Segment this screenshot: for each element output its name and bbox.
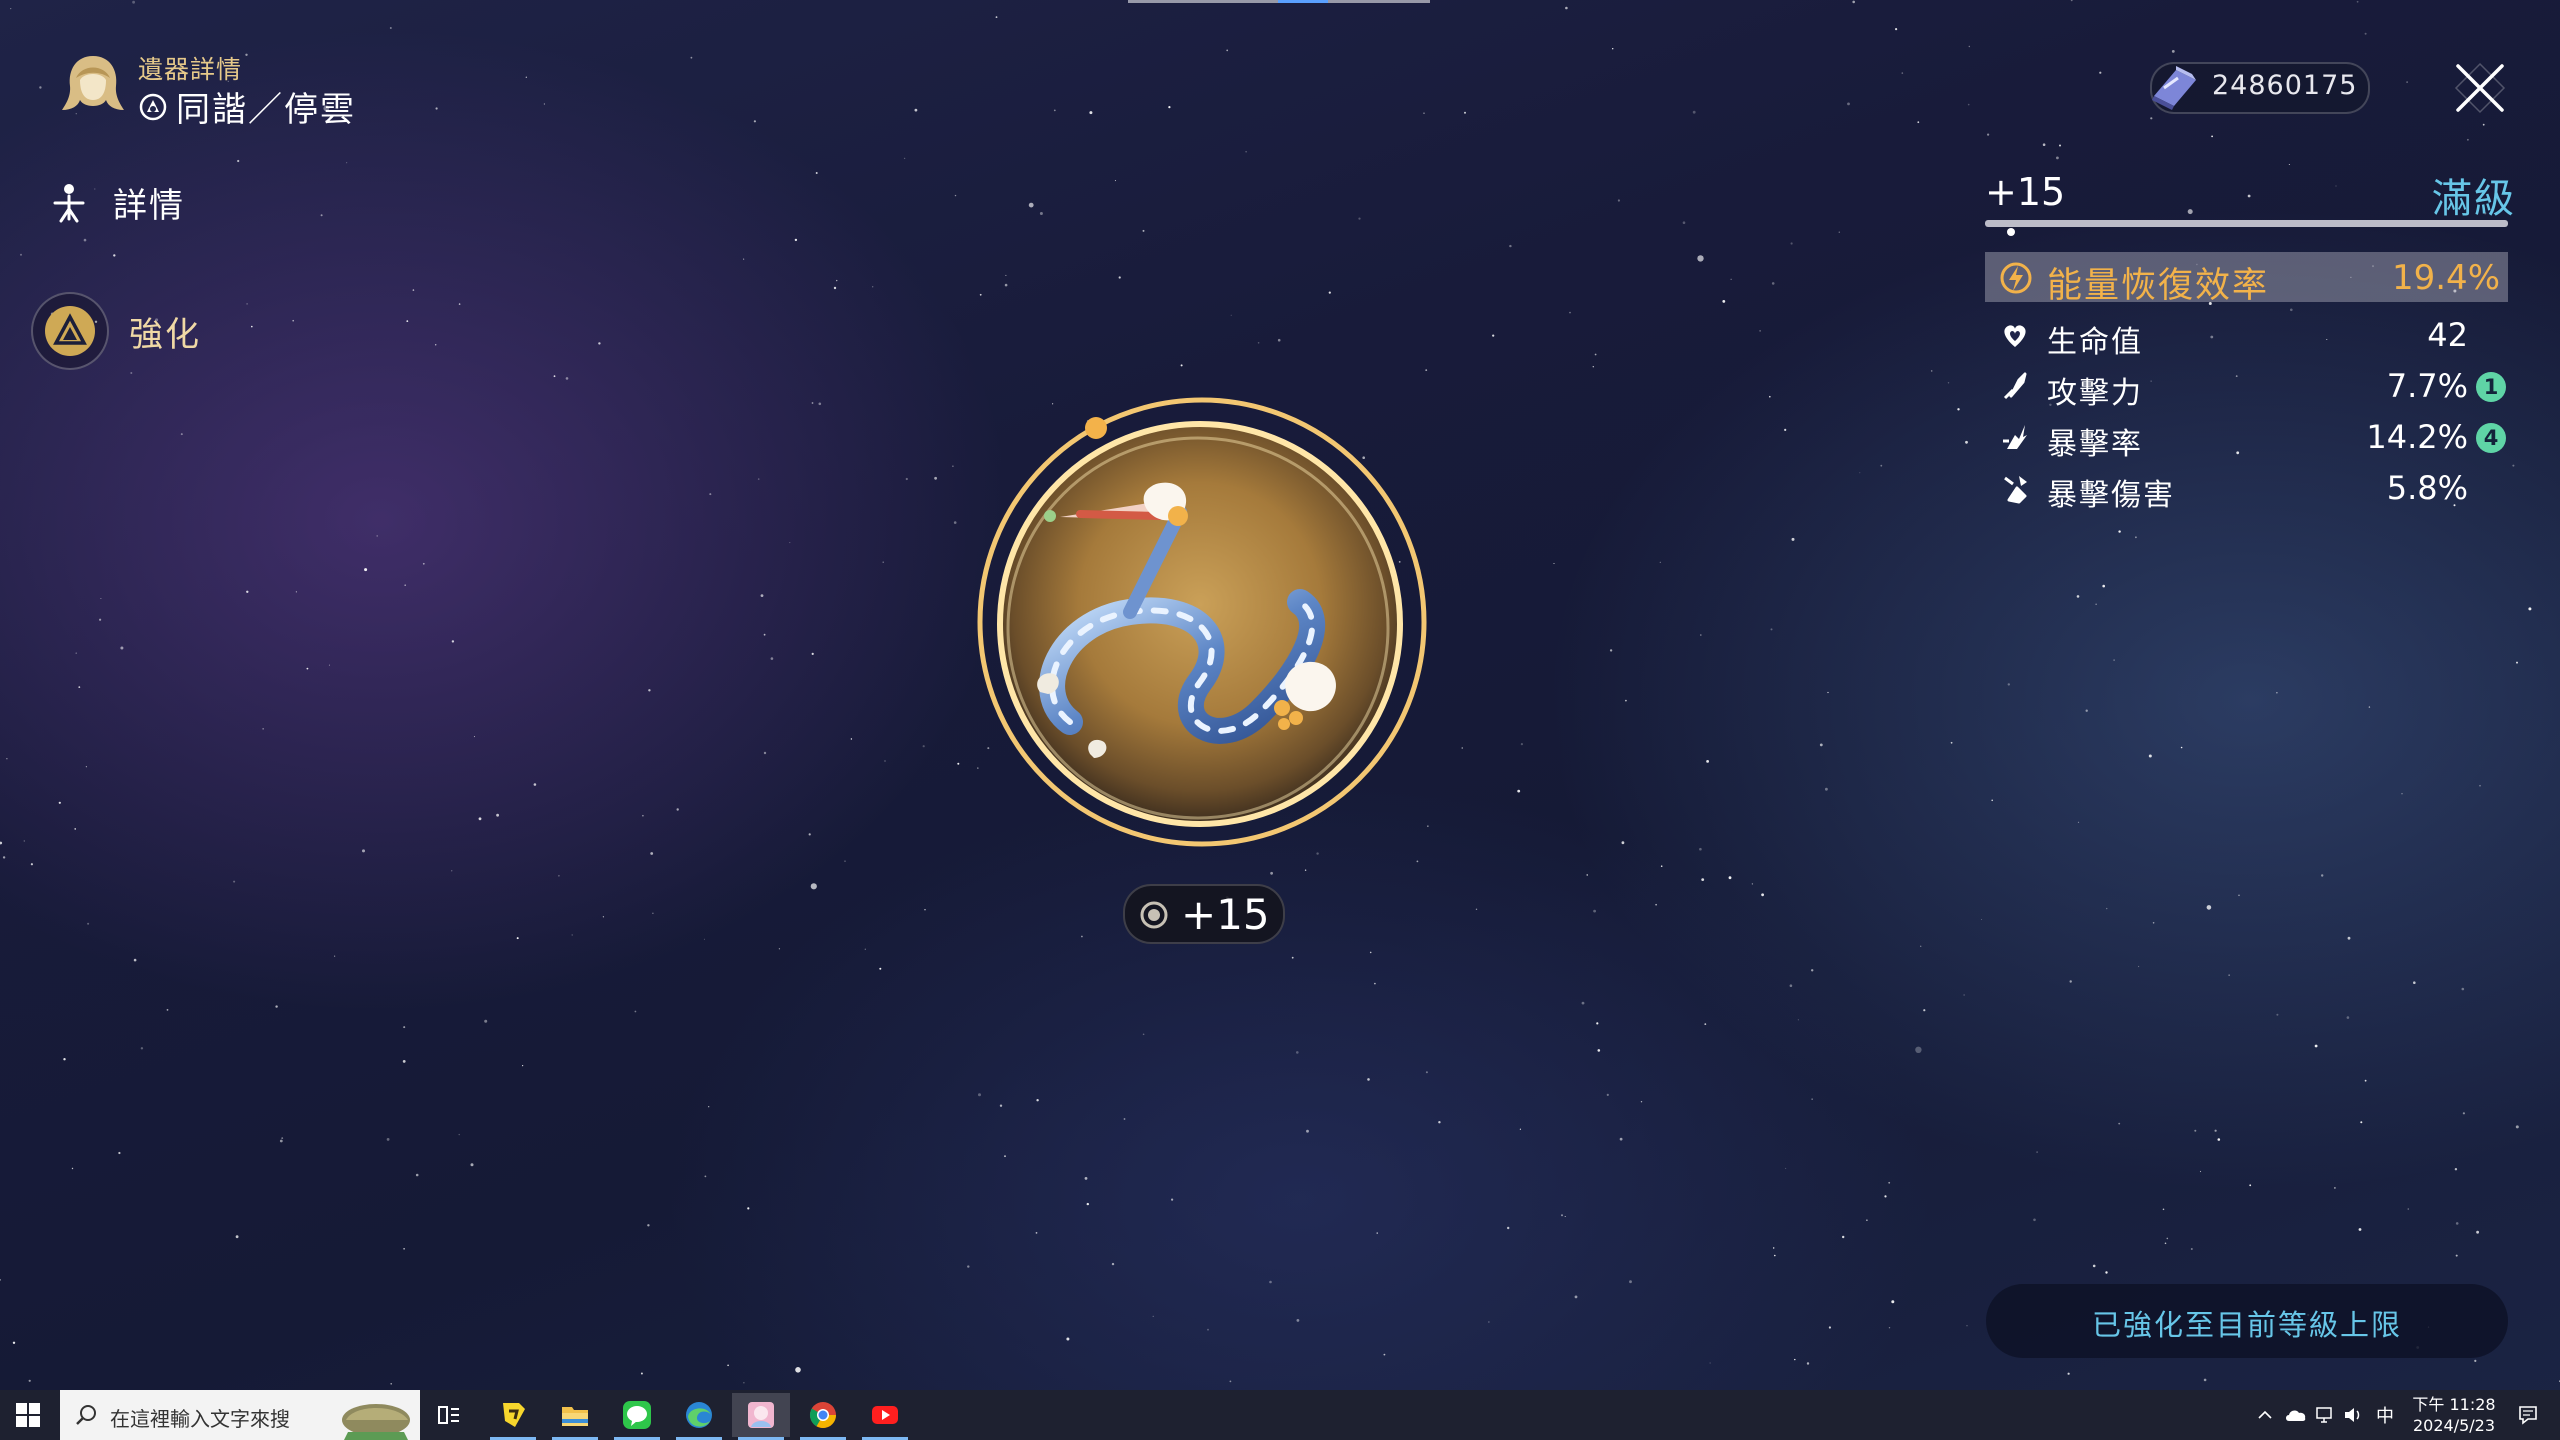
search-placeholder: 在這裡輸入文字來搜 <box>110 1407 290 1431</box>
sub-stat-value: 5.8% <box>2386 469 2468 507</box>
network-icon[interactable] <box>2312 1390 2338 1440</box>
nav-item-enhance[interactable]: 強化 <box>31 292 201 370</box>
taskbar-app-file-explorer[interactable] <box>546 1393 604 1440</box>
game-icon <box>748 1402 774 1428</box>
relic-level-badge: +15 <box>1123 884 1285 944</box>
max-level-label: 滿級 <box>2432 176 2516 222</box>
link-rope-relic-icon <box>977 397 1427 847</box>
character-avatar-icon <box>62 56 124 110</box>
relic-level: +15 <box>1985 170 2066 214</box>
taskbar-app-chrome[interactable] <box>794 1393 852 1440</box>
task-view-icon <box>438 1406 459 1424</box>
max-level-notice-text: 已強化至目前等級上限 <box>2091 1308 2402 1342</box>
search-highlight-art <box>342 1404 410 1440</box>
path-figure-icon <box>45 179 93 227</box>
chrome-icon <box>809 1402 837 1429</box>
sub-stat-row: 生命值 42 <box>1985 313 2508 360</box>
sub-stat-value: 14.2% <box>2366 418 2468 456</box>
clock-date: 2024/5/23 <box>2412 1416 2496 1435</box>
clock-time: 下午 11:28 <box>2412 1395 2496 1414</box>
taskbar-app-edge[interactable] <box>670 1393 728 1440</box>
sub-stat-name: 暴擊傷害 <box>2047 478 2175 513</box>
volume-icon[interactable] <box>2340 1390 2366 1440</box>
main-stat-value: 19.4% <box>2391 258 2500 298</box>
main-stat-name: 能量恢復效率 <box>2047 266 2270 306</box>
relic-level-badge-text: +15 <box>1181 890 1270 939</box>
taskbar-app-youtube[interactable] <box>856 1393 914 1440</box>
crit-dmg-icon <box>2004 476 2027 504</box>
hp-icon <box>2004 325 2026 347</box>
youtube-icon <box>872 1406 898 1424</box>
nav-item-details[interactable]: 詳情 <box>45 178 185 227</box>
sub-stat-row: 暴擊率 14.2% 4 <box>1985 415 2508 462</box>
sub-stat-name: 攻擊力 <box>2047 376 2143 411</box>
edge-icon <box>686 1402 712 1428</box>
onedrive-icon[interactable] <box>2282 1390 2310 1440</box>
ime-indicator[interactable]: 中 <box>2372 1390 2398 1440</box>
taskbar-app-game[interactable] <box>732 1393 790 1440</box>
taskbar-app-kakaotalk[interactable] <box>484 1393 542 1440</box>
nav-item-details-label: 詳情 <box>113 186 185 226</box>
sub-stat-name: 暴擊率 <box>2047 427 2143 462</box>
enhance-icon <box>31 292 109 370</box>
level-progress-bar <box>1985 220 2508 236</box>
sub-stat-row: 攻擊力 7.7% 1 <box>1985 364 2508 411</box>
search-icon <box>76 1405 96 1425</box>
taskbar-app-line[interactable] <box>608 1393 666 1440</box>
close-icon[interactable] <box>2452 60 2508 116</box>
tray-overflow-chevron-icon[interactable] <box>2254 1390 2276 1440</box>
task-view-button[interactable] <box>420 1393 478 1437</box>
windows-start-icon[interactable] <box>16 1403 40 1427</box>
relic-name: 同諧／停雲 <box>176 90 356 130</box>
sub-stat-value: 7.7% <box>2386 367 2468 405</box>
notification-center-icon[interactable] <box>2508 1390 2548 1440</box>
atk-icon <box>2003 372 2027 400</box>
taskbar-search-box[interactable]: 在這裡輸入文字來搜 <box>60 1390 420 1440</box>
crit-rate-icon <box>2003 425 2027 449</box>
kakaotalk-icon <box>503 1403 525 1427</box>
relic-rarity-icon <box>1140 901 1168 929</box>
page-label: 遺器詳情 <box>138 55 243 84</box>
relic-exp-gem-icon <box>2152 66 2196 110</box>
energy-regen-icon <box>2000 262 2032 294</box>
relic-title: 同諧／停雲 <box>138 82 356 131</box>
roll-count-badge: 4 <box>2476 423 2506 453</box>
max-level-notice: 已強化至目前等級上限 <box>1986 1284 2508 1358</box>
currency-amount: 24860175 <box>2212 70 2358 101</box>
harmony-path-icon <box>139 93 167 120</box>
roll-count-badge: 1 <box>2476 372 2506 402</box>
main-stat-row: 能量恢復效率 19.4% <box>1985 252 2508 306</box>
line-icon <box>623 1401 651 1429</box>
windows-taskbar: 在這裡輸入文字來搜 中 下午 11:28 2024/5/23 <box>0 1390 2560 1440</box>
nav-item-enhance-label: 強化 <box>129 314 201 355</box>
taskbar-clock[interactable]: 下午 11:28 2024/5/23 <box>2404 1394 2504 1436</box>
page-indicator <box>1128 0 1430 3</box>
sub-stat-name: 生命值 <box>2047 325 2143 360</box>
sub-stat-row: 暴擊傷害 5.8% <box>1985 466 2508 513</box>
sub-stat-value: 42 <box>2427 316 2468 354</box>
currency-display: 24860175 <box>2150 62 2370 114</box>
file-explorer-icon <box>562 1407 588 1426</box>
